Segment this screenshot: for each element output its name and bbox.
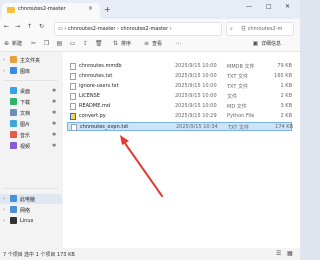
- annotation-arrow: [120, 135, 163, 197]
- explorer-window: chnroutes2-master × + — □ ✕ ← → ↑ ↻ ▭ › …: [0, 0, 300, 260]
